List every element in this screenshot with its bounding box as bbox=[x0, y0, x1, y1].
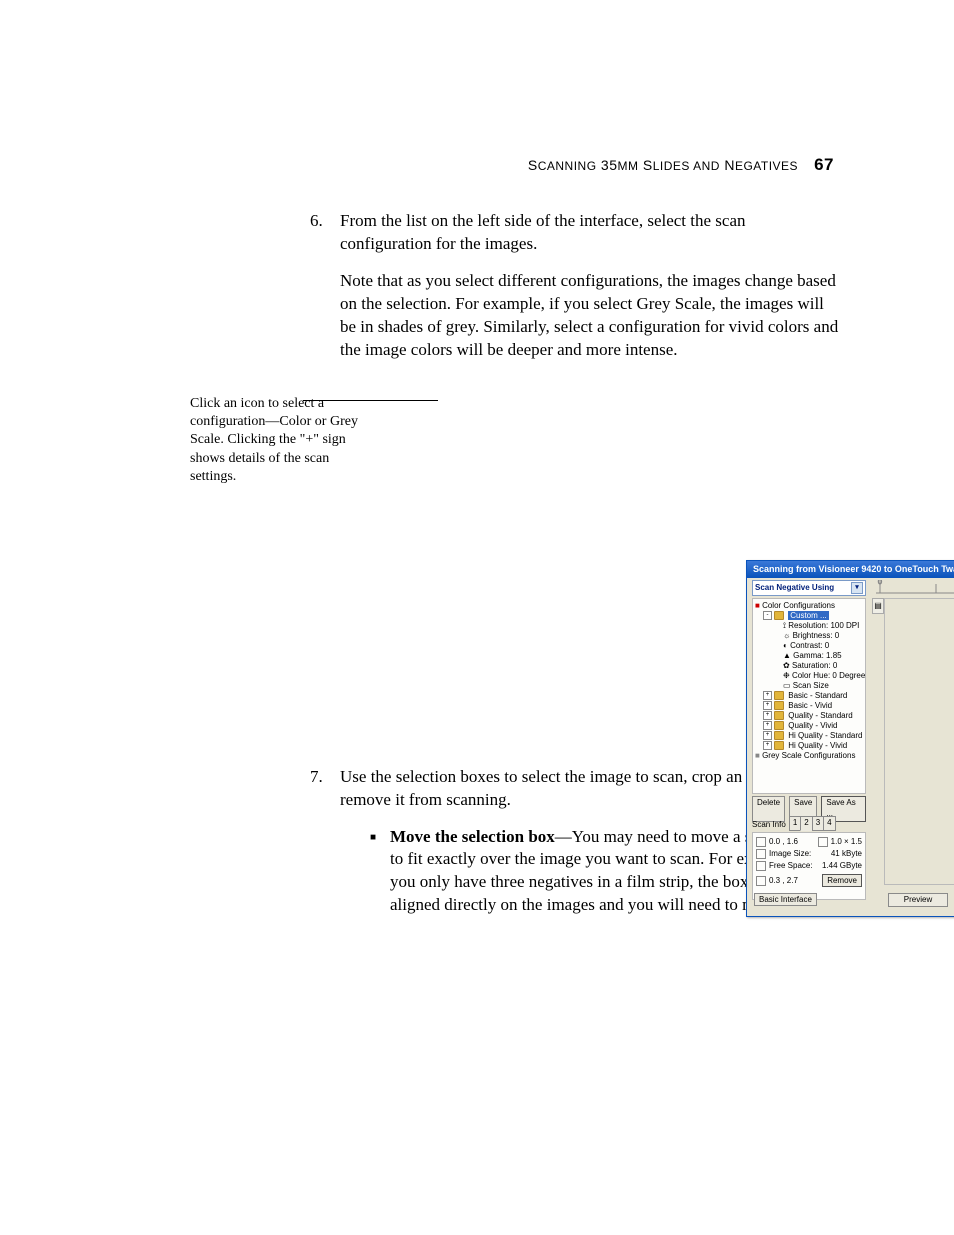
tree-root: Color Configurations bbox=[762, 601, 835, 610]
step-7-number: 7. bbox=[310, 766, 340, 918]
tree-item[interactable]: Hi Quality - Standard bbox=[788, 731, 862, 740]
tree-item[interactable]: Quality - Vivid bbox=[788, 721, 837, 730]
path-icon bbox=[756, 876, 766, 886]
ruler-horizontal: 0 1 bbox=[876, 580, 954, 594]
window-titlebar: Scanning from Visioneer 9420 to OneTouch… bbox=[747, 561, 954, 578]
pos-icon bbox=[756, 837, 766, 847]
tree-detail: ❉ Color Hue: 0 Degrees bbox=[755, 671, 863, 681]
tree-grey[interactable]: Grey Scale Configurations bbox=[762, 751, 855, 760]
tab-4[interactable]: 4 bbox=[823, 816, 835, 831]
step-6-number: 6. bbox=[310, 210, 340, 376]
scan-using-combo[interactable]: Scan Negative Using ▾ bbox=[752, 580, 866, 596]
tree-detail: ☼ Brightness: 0 bbox=[755, 631, 863, 641]
tree-detail: ▲ Gamma: 1.85 bbox=[755, 651, 863, 661]
collapse-icon[interactable]: - bbox=[763, 611, 772, 620]
tree-detail: ✿ Saturation: 0 bbox=[755, 661, 863, 671]
tree-item[interactable]: Hi Quality - Vivid bbox=[788, 741, 847, 750]
tree-detail: ◐ Contrast: 0 bbox=[755, 641, 863, 651]
twain-screenshot: Scanning from Visioneer 9420 to OneTouch… bbox=[746, 560, 954, 917]
step-6-p2: Note that as you select different config… bbox=[340, 270, 840, 362]
size-icon bbox=[756, 849, 766, 859]
tree-item[interactable]: Basic - Vivid bbox=[788, 701, 832, 710]
svg-text:0: 0 bbox=[878, 580, 882, 586]
dim-icon bbox=[818, 837, 828, 847]
config-tree[interactable]: ■ Color Configurations - Custom ... ⟟ Re… bbox=[752, 598, 866, 794]
running-header: SCANNING 35MM SLIDES AND NEGATIVES67 bbox=[0, 155, 954, 175]
tree-detail: ⟟ Resolution: 100 DPI bbox=[755, 621, 863, 631]
preview-area[interactable]: 1 2 3 4 bbox=[884, 598, 954, 885]
preview-button[interactable]: Preview bbox=[888, 893, 948, 908]
tree-custom[interactable]: Custom ... bbox=[788, 611, 828, 620]
chevron-down-icon[interactable]: ▾ bbox=[851, 582, 863, 594]
tree-item[interactable]: Quality - Standard bbox=[788, 711, 852, 720]
page-number: 67 bbox=[814, 155, 834, 174]
bullet-icon bbox=[370, 826, 390, 918]
step-6-p1: From the list on the left side of the in… bbox=[340, 210, 840, 256]
tree-detail: ▭ Scan Size bbox=[755, 681, 863, 691]
scan-info-label: Scan Info bbox=[752, 820, 786, 831]
window-title: Scanning from Visioneer 9420 to OneTouch… bbox=[753, 563, 954, 575]
disk-icon bbox=[756, 861, 766, 871]
remove-button[interactable]: Remove bbox=[822, 874, 862, 887]
strip-icon[interactable]: ▤ bbox=[872, 598, 884, 614]
expand-icon[interactable]: + bbox=[763, 691, 772, 700]
tree-item[interactable]: Basic - Standard bbox=[788, 691, 847, 700]
basic-interface-button[interactable]: Basic Interface bbox=[754, 893, 817, 906]
combo-label: Scan Negative Using bbox=[755, 583, 834, 594]
